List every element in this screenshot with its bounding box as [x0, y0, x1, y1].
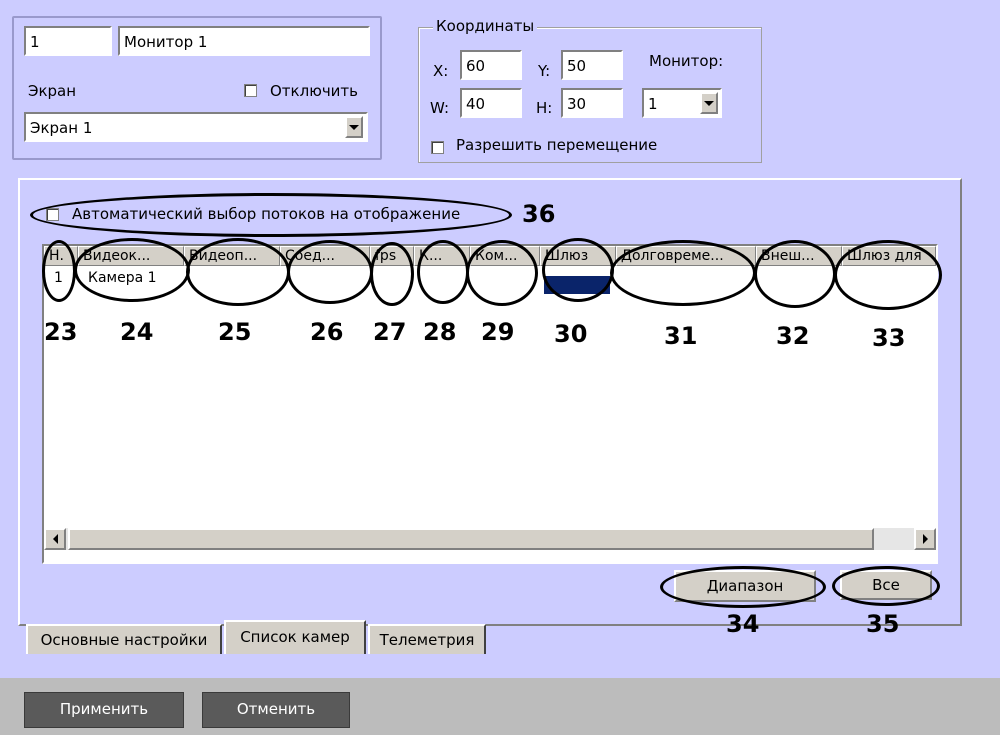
callout-number-29: 29: [481, 318, 515, 346]
monitor-select-dropdown-button[interactable]: [700, 92, 718, 114]
w-input[interactable]: 40: [460, 88, 522, 118]
callout-ellipse-27: [370, 242, 414, 306]
y-label: Y:: [538, 62, 551, 80]
allow-move-checkbox[interactable]: [431, 141, 444, 154]
screen-select-dropdown-button[interactable]: [345, 116, 363, 138]
w-label: W:: [430, 99, 450, 117]
callout-number-25: 25: [218, 318, 252, 346]
callout-ellipse-36: [30, 193, 512, 237]
screen-select[interactable]: Экран 1: [24, 112, 368, 142]
callout-ellipse-28: [417, 240, 469, 304]
x-input[interactable]: 60: [460, 50, 522, 80]
screen-label: Экран: [28, 82, 77, 100]
callout-ellipse-34: [660, 566, 826, 608]
callout-ellipse-35: [832, 566, 940, 606]
allow-move-label: Разрешить перемещение: [456, 136, 658, 154]
arrow-right-icon: [922, 534, 928, 544]
callout-number-32: 32: [776, 322, 810, 350]
callout-ellipse-24: [74, 238, 190, 302]
monitor-id-field[interactable]: 1: [24, 26, 112, 56]
scroll-thumb[interactable]: [68, 528, 874, 550]
callout-ellipse-32: [754, 240, 836, 308]
disable-label: Отключить: [270, 82, 359, 100]
x-label: X:: [433, 62, 449, 80]
callout-ellipse-29: [466, 240, 538, 306]
callout-ellipse-31: [610, 240, 756, 306]
tab-telemetry[interactable]: Телеметрия: [368, 624, 486, 654]
chevron-down-icon: [704, 100, 714, 106]
callout-ellipse-25: [186, 238, 290, 306]
coordinates-title: Координаты: [433, 17, 538, 35]
callout-number-36: 36: [522, 200, 556, 228]
callout-ellipse-23: [42, 240, 76, 302]
callout-number-34: 34: [726, 610, 760, 638]
callout-ellipse-26: [287, 240, 373, 304]
chevron-down-icon: [349, 124, 359, 130]
disable-checkbox[interactable]: [244, 84, 257, 97]
callout-number-26: 26: [310, 318, 344, 346]
callout-number-27: 27: [373, 318, 407, 346]
callout-number-23: 23: [44, 318, 78, 346]
screen-select-value: Экран 1: [30, 119, 93, 137]
h-label: H:: [536, 99, 553, 117]
tab-camera-list[interactable]: Список камер: [224, 620, 366, 654]
h-input[interactable]: 30: [561, 88, 623, 118]
callout-number-33: 33: [872, 324, 906, 352]
callout-number-35: 35: [866, 610, 900, 638]
callout-ellipse-30: [542, 238, 614, 302]
horizontal-scrollbar[interactable]: [44, 528, 936, 550]
callout-number-31: 31: [664, 322, 698, 350]
callout-ellipse-33: [834, 240, 942, 310]
arrow-left-icon: [52, 534, 58, 544]
cancel-button[interactable]: Отменить: [202, 692, 350, 728]
y-input[interactable]: 50: [561, 50, 623, 80]
apply-button[interactable]: Применить: [24, 692, 184, 728]
scroll-right-button[interactable]: [914, 528, 936, 550]
callout-number-30: 30: [554, 320, 588, 348]
scroll-left-button[interactable]: [44, 528, 66, 550]
tab-main-settings[interactable]: Основные настройки: [26, 624, 222, 654]
monitor-name-field[interactable]: Монитор 1: [118, 26, 370, 56]
callout-number-24: 24: [120, 318, 154, 346]
callout-number-28: 28: [423, 318, 457, 346]
monitor-select-value: 1: [648, 95, 658, 113]
monitor-label: Монитор:: [649, 52, 724, 70]
